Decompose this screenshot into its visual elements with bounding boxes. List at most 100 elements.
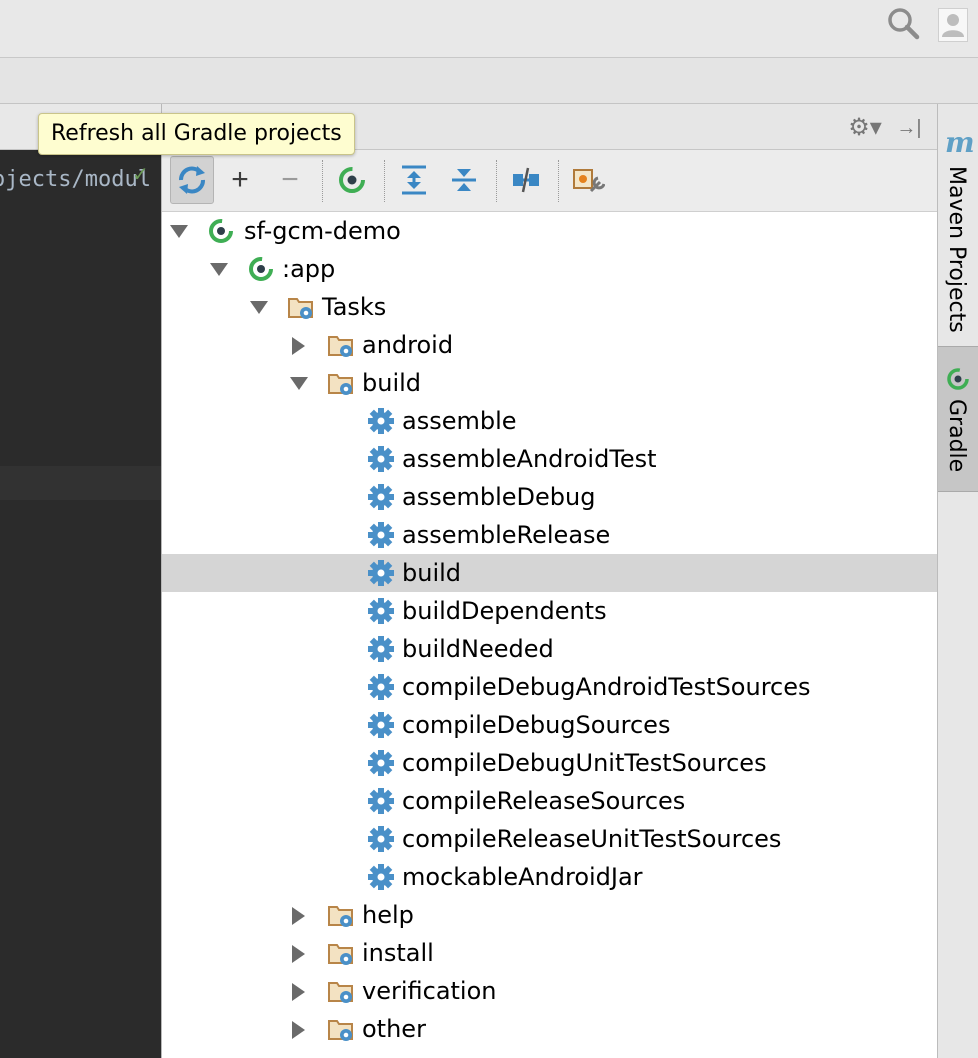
checkmark-icon: ✓ <box>132 164 149 186</box>
toolbar-separator <box>322 160 323 202</box>
gradle-icon <box>944 365 972 393</box>
node-label: help <box>362 901 414 929</box>
task-gear-icon <box>366 558 396 588</box>
tree-node[interactable]: compileDebugUnitTestSources <box>162 744 938 782</box>
node-label: Tasks <box>322 293 387 321</box>
task-gear-icon <box>366 482 396 512</box>
task-gear-icon <box>366 444 396 474</box>
collapse-arrow-icon[interactable] <box>290 375 308 391</box>
tree-node[interactable]: Tasks <box>162 288 938 326</box>
search-icon[interactable] <box>886 6 922 42</box>
tree-node[interactable]: assemble <box>162 402 938 440</box>
tree-node[interactable]: compileReleaseSources <box>162 782 938 820</box>
node-label: build <box>402 559 462 587</box>
execute-gradle-task-icon[interactable] <box>330 156 374 204</box>
refresh-tooltip: Refresh all Gradle projects <box>38 113 355 155</box>
task-gear-icon <box>366 406 396 436</box>
node-label: verification <box>362 977 497 1005</box>
task-gear-icon <box>366 672 396 702</box>
tree-node[interactable]: build <box>162 364 938 402</box>
task-gear-icon <box>366 862 396 892</box>
task-group-folder-icon <box>326 938 356 968</box>
toolbar-separator <box>558 160 559 202</box>
expand-arrow-icon[interactable] <box>290 983 306 1001</box>
secondary-toolbar <box>0 58 978 104</box>
tree-node[interactable]: assembleDebug <box>162 478 938 516</box>
task-group-folder-icon <box>326 976 356 1006</box>
tree-node[interactable]: buildDependents <box>162 592 938 630</box>
collapse-all-icon[interactable] <box>442 156 486 204</box>
task-group-folder-icon <box>326 1014 356 1044</box>
node-label: sf-gcm-demo <box>244 217 401 245</box>
tree-node[interactable]: install <box>162 934 938 972</box>
gradle-project-icon <box>206 216 236 246</box>
task-group-folder-icon <box>326 330 356 360</box>
task-group-folder-icon <box>326 368 356 398</box>
node-label: buildNeeded <box>402 635 554 663</box>
collapse-arrow-icon[interactable] <box>170 223 188 239</box>
task-gear-icon <box>366 786 396 816</box>
tree-node[interactable]: android <box>162 326 938 364</box>
expand-arrow-icon[interactable] <box>290 337 306 355</box>
node-label: assembleDebug <box>402 483 596 511</box>
node-label: assembleRelease <box>402 521 611 549</box>
refresh-all-icon[interactable] <box>170 156 214 204</box>
gradle-project-tree: sf-gcm-demo :app Tasks android build ass… <box>162 212 938 1058</box>
collapse-arrow-icon[interactable] <box>210 261 228 277</box>
task-gear-icon <box>366 710 396 740</box>
task-gear-icon <box>366 634 396 664</box>
node-label: assembleAndroidTest <box>402 445 657 473</box>
maven-icon: m <box>945 126 975 159</box>
toolbar-separator <box>496 160 497 202</box>
tree-node[interactable]: compileDebugSources <box>162 706 938 744</box>
tree-node[interactable]: help <box>162 896 938 934</box>
node-label: :app <box>282 255 336 283</box>
tree-node[interactable]: buildNeeded <box>162 630 938 668</box>
node-label: build <box>362 369 422 397</box>
gradle-tool-window: ⚙▾ →| + − sf-gcm-demo:app Tasks android… <box>161 104 938 1058</box>
toggle-offline-mode-icon[interactable] <box>504 156 548 204</box>
hide-panel-icon[interactable]: →| <box>894 114 924 142</box>
tree-node[interactable]: compileDebugAndroidTestSources <box>162 668 938 706</box>
tree-node-selected[interactable]: build <box>162 554 938 592</box>
gear-icon[interactable]: ⚙▾ <box>844 114 886 142</box>
gradle-tab-label: Gradle <box>944 399 969 473</box>
tree-node[interactable]: assembleAndroidTest <box>162 440 938 478</box>
node-label: mockableAndroidJar <box>402 863 643 891</box>
node-label: buildDependents <box>402 597 607 625</box>
task-gear-icon <box>366 824 396 854</box>
right-tool-strip: m Maven Projects Gradle <box>937 104 978 1058</box>
tree-node[interactable]: assembleRelease <box>162 516 938 554</box>
editor-current-line <box>0 466 161 500</box>
toolbar-separator <box>384 160 385 202</box>
code-editor[interactable]: ojects/modul ✓ <box>0 104 161 1058</box>
expand-arrow-icon[interactable] <box>290 907 306 925</box>
node-label: compileDebugAndroidTestSources <box>402 673 811 701</box>
collapse-arrow-icon[interactable] <box>250 299 268 315</box>
gradle-toolbar: + − <box>162 150 938 212</box>
gradle-settings-icon[interactable] <box>566 156 610 204</box>
tree-node[interactable]: :app <box>162 250 938 288</box>
tree-node[interactable]: mockableAndroidJar <box>162 858 938 896</box>
expand-arrow-icon[interactable] <box>290 1021 306 1039</box>
task-gear-icon <box>366 520 396 550</box>
remove-icon[interactable]: − <box>268 156 312 204</box>
add-icon[interactable]: + <box>218 156 262 204</box>
node-label: install <box>362 939 434 967</box>
node-label: compileDebugSources <box>402 711 671 739</box>
node-label: compileReleaseSources <box>402 787 686 815</box>
node-label: compileDebugUnitTestSources <box>402 749 767 777</box>
tree-node[interactable]: compileReleaseUnitTestSources <box>162 820 938 858</box>
tree-node[interactable]: sf-gcm-demo <box>162 212 938 250</box>
expand-arrow-icon[interactable] <box>290 945 306 963</box>
tree-node[interactable]: verification <box>162 972 938 1010</box>
task-gear-icon <box>366 748 396 778</box>
node-label: compileReleaseUnitTestSources <box>402 825 782 853</box>
maven-tab-label: Maven Projects <box>944 166 969 333</box>
expand-all-icon[interactable] <box>392 156 436 204</box>
gradle-tab[interactable]: Gradle <box>938 346 978 492</box>
tree-node[interactable]: other <box>162 1010 938 1048</box>
user-icon[interactable] <box>938 8 968 42</box>
maven-projects-tab[interactable]: m Maven Projects <box>938 126 978 346</box>
top-bar <box>0 0 978 58</box>
